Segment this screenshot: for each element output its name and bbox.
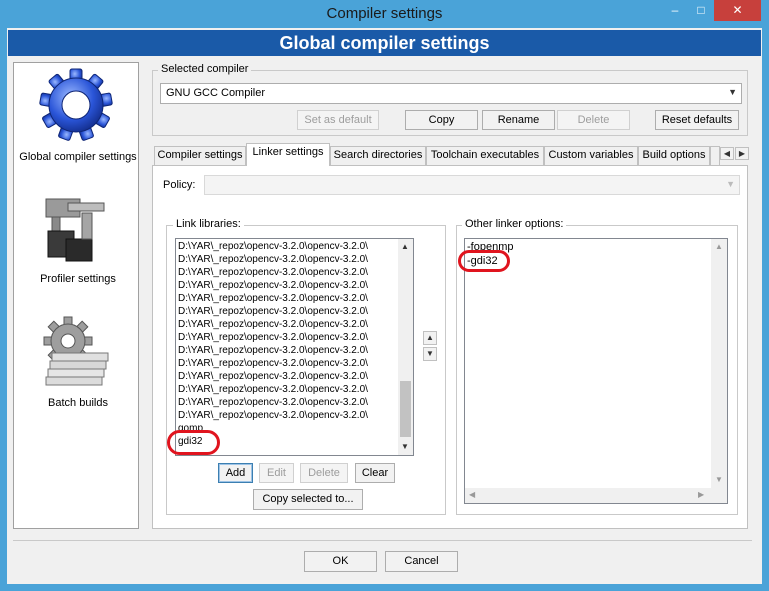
minimize-icon: – [671, 3, 679, 17]
link-library-item[interactable]: D:\YAR\_repoz\opencv-3.2.0\opencv-3.2.0\ [176, 409, 398, 422]
linker-options-hscrollbar[interactable]: ◀ ▶ [465, 488, 711, 503]
other-linker-options-textarea[interactable]: -fopenmp -gdi32 ▲ ▼ ◀ ▶ [464, 238, 728, 504]
chevron-right-icon: ▶ [738, 149, 746, 158]
minimize-button[interactable]: – [662, 0, 688, 21]
link-library-item[interactable]: D:\YAR\_repoz\opencv-3.2.0\opencv-3.2.0\ [176, 292, 398, 305]
tab-build-options[interactable]: Build options [638, 146, 710, 165]
tab-linker-settings[interactable]: Linker settings [246, 143, 330, 166]
gear-icon [39, 68, 113, 141]
link-libraries-scrollbar[interactable]: ▲ ▼ [398, 239, 413, 455]
link-library-item[interactable]: D:\YAR\_repoz\opencv-3.2.0\opencv-3.2.0\ [176, 240, 398, 253]
reset-defaults-button[interactable]: Reset defaults [655, 110, 739, 130]
set-as-default-button[interactable]: Set as default [297, 110, 379, 130]
link-library-item[interactable]: D:\YAR\_repoz\opencv-3.2.0\opencv-3.2.0\ [176, 331, 398, 344]
category-label-global: Global compiler settings [19, 151, 137, 163]
link-library-item[interactable]: D:\YAR\_repoz\opencv-3.2.0\opencv-3.2.0\ [176, 266, 398, 279]
category-profiler[interactable]: Profiler settings [16, 189, 136, 289]
scroll-left-icon: ◀ [469, 490, 476, 499]
link-libraries-list[interactable]: D:\YAR\_repoz\opencv-3.2.0\opencv-3.2.0\… [175, 238, 414, 456]
tab-overflow-partial[interactable] [710, 146, 720, 165]
compiler-select[interactable]: GNU GCC Compiler ▼ [160, 83, 742, 104]
category-panel: Global compiler settings Profiler settin… [13, 62, 139, 529]
copy-compiler-button[interactable]: Copy [405, 110, 478, 130]
scrollbar-corner [711, 488, 727, 503]
delete-compiler-button[interactable]: Delete [557, 110, 630, 130]
scroll-up-icon: ▲ [401, 242, 409, 251]
bottom-divider [13, 540, 752, 541]
category-label-profiler: Profiler settings [40, 273, 116, 285]
profiler-icon [45, 198, 105, 262]
highlight-circle-gdi32-option [458, 250, 510, 272]
tab-search-directories[interactable]: Search directories [330, 146, 426, 165]
chevron-down-icon: ▼ [726, 179, 735, 189]
maximize-button[interactable]: □ [688, 0, 714, 21]
category-global-compiler[interactable]: Global compiler settings [16, 65, 137, 167]
arrow-down-icon: ▼ [426, 349, 434, 358]
window-title: Compiler settings [326, 5, 443, 22]
scroll-down-icon: ▼ [715, 475, 723, 484]
close-icon: ✕ [732, 3, 743, 17]
linker-options-vscrollbar[interactable]: ▲ ▼ [711, 239, 727, 488]
close-button[interactable]: ✕ [714, 0, 761, 21]
category-label-batch: Batch builds [48, 397, 108, 409]
link-library-item[interactable]: D:\YAR\_repoz\opencv-3.2.0\opencv-3.2.0\ [176, 357, 398, 370]
chevron-down-icon: ▼ [728, 87, 737, 97]
scrollbar-thumb[interactable] [400, 381, 411, 437]
policy-select[interactable]: ▼ [204, 175, 740, 195]
cancel-button[interactable]: Cancel [385, 551, 458, 572]
tab-scroll-right-button[interactable]: ▶ [735, 147, 749, 160]
copy-selected-to-button[interactable]: Copy selected to... [253, 489, 363, 510]
compiler-select-value: GNU GCC Compiler [166, 87, 266, 99]
clear-libraries-button[interactable]: Clear [355, 463, 395, 483]
highlight-circle-gdi32 [167, 430, 220, 455]
batch-builds-icon [43, 316, 109, 386]
move-up-button[interactable]: ▲ [423, 331, 437, 345]
page-title: Global compiler settings [8, 30, 761, 56]
rename-compiler-button[interactable]: Rename [482, 110, 555, 130]
tab-compiler-settings[interactable]: Compiler settings [154, 146, 246, 165]
ok-button[interactable]: OK [304, 551, 377, 572]
link-library-item[interactable]: D:\YAR\_repoz\opencv-3.2.0\opencv-3.2.0\ [176, 305, 398, 318]
other-linker-options-label: Other linker options: [462, 218, 567, 230]
scroll-up-icon: ▲ [715, 242, 723, 251]
link-library-item[interactable]: D:\YAR\_repoz\opencv-3.2.0\opencv-3.2.0\ [176, 344, 398, 357]
link-library-item[interactable]: D:\YAR\_repoz\opencv-3.2.0\opencv-3.2.0\ [176, 383, 398, 396]
scroll-down-icon: ▼ [401, 442, 409, 451]
arrow-up-icon: ▲ [426, 333, 434, 342]
link-library-item[interactable]: D:\YAR\_repoz\opencv-3.2.0\opencv-3.2.0\ [176, 318, 398, 331]
move-down-button[interactable]: ▼ [423, 347, 437, 361]
tab-custom-variables[interactable]: Custom variables [544, 146, 638, 165]
link-libraries-label: Link libraries: [173, 218, 244, 230]
chevron-left-icon: ◀ [723, 149, 731, 158]
policy-label: Policy: [163, 179, 196, 191]
delete-library-button[interactable]: Delete [300, 463, 348, 483]
tab-toolchain-executables[interactable]: Toolchain executables [426, 146, 544, 165]
scroll-right-icon: ▶ [698, 490, 705, 499]
link-library-item[interactable]: D:\YAR\_repoz\opencv-3.2.0\opencv-3.2.0\ [176, 279, 398, 292]
link-library-item[interactable]: D:\YAR\_repoz\opencv-3.2.0\opencv-3.2.0\ [176, 396, 398, 409]
link-library-item[interactable]: D:\YAR\_repoz\opencv-3.2.0\opencv-3.2.0\ [176, 253, 398, 266]
link-libraries-rows: D:\YAR\_repoz\opencv-3.2.0\opencv-3.2.0\… [176, 240, 398, 448]
category-batch-builds[interactable]: Batch builds [16, 313, 136, 413]
add-library-button[interactable]: Add [218, 463, 253, 483]
maximize-icon: □ [697, 3, 705, 17]
edit-library-button[interactable]: Edit [259, 463, 294, 483]
selected-compiler-label: Selected compiler [158, 63, 252, 75]
tab-scroll-left-button[interactable]: ◀ [720, 147, 734, 160]
link-library-item[interactable]: D:\YAR\_repoz\opencv-3.2.0\opencv-3.2.0\ [176, 370, 398, 383]
